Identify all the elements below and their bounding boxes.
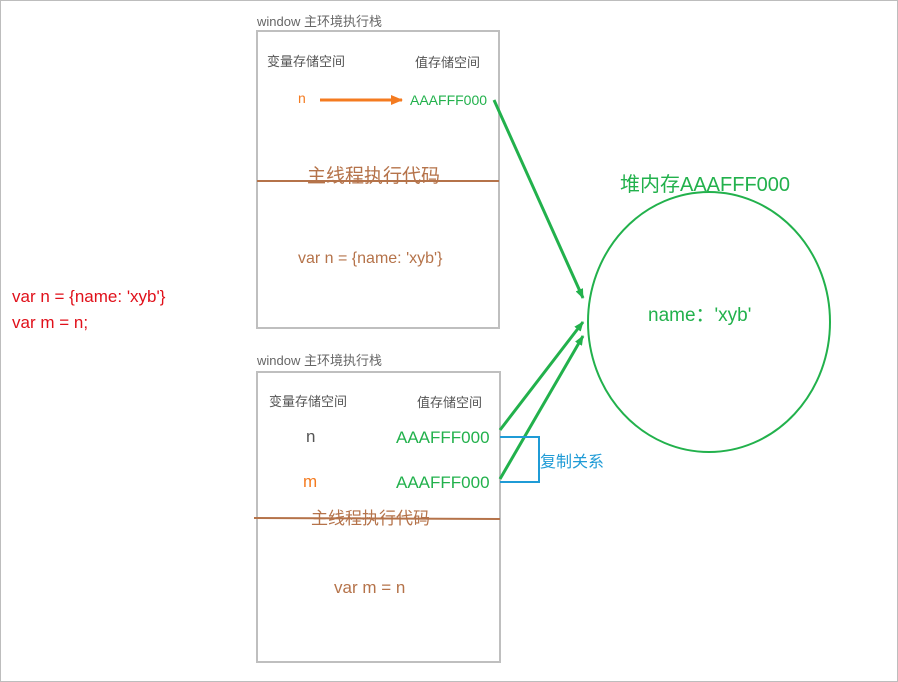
stack2-var-n: n: [306, 427, 316, 446]
stack1-val-header: 值存储空间: [415, 55, 481, 70]
stack2-var-header: 变量存储空间: [269, 394, 348, 409]
heap-content: name：'xyb': [648, 305, 752, 326]
stack1-section-label: 主线程执行代码: [307, 166, 441, 187]
stack2-value-m: AAAFFF000: [396, 473, 490, 492]
stack2-code: var m = n: [334, 578, 406, 597]
code-line-2: var m = n;: [12, 313, 89, 332]
stack1-var-n: n: [298, 90, 306, 106]
stack2-title: window 主环境执行栈: [257, 353, 382, 368]
heap-title: 堆内存AAAFFF000: [620, 174, 791, 196]
stack2-val-header: 值存储空间: [417, 395, 483, 410]
stack1-value: AAAFFF000: [410, 92, 488, 108]
stack1-title: window 主环境执行栈: [257, 14, 382, 29]
stack2-section-label: 主线程执行代码: [311, 509, 430, 528]
code-line-1: var n = {name: 'xyb'}: [12, 287, 166, 306]
copy-relation-label: 复制关系: [540, 454, 605, 471]
stack1-code: var n = {name: 'xyb'}: [298, 250, 443, 267]
stack2-var-m: m: [303, 472, 318, 491]
stack1-var-header: 变量存储空间: [267, 54, 346, 69]
stack2-value-n: AAAFFF000: [396, 428, 490, 447]
